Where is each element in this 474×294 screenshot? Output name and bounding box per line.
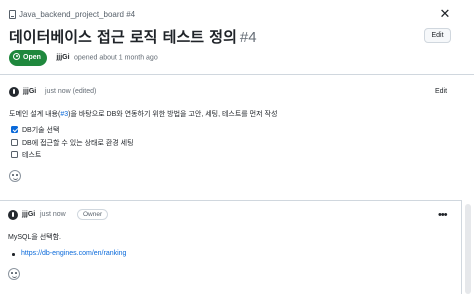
board-breadcrumb[interactable]: Java_backend_project_board #4 (19, 10, 135, 19)
avatar[interactable] (8, 210, 18, 220)
close-button[interactable]: ✕ (438, 7, 452, 21)
task-label: 테스트 (22, 152, 42, 159)
issue-title-row: 데이터베이스 접근 로직 테스트 정의 #4 (9, 26, 439, 46)
comment-card: jjjGi just now Owner ••• MySQL을 선택함. htt… (0, 200, 462, 294)
comment-author[interactable]: jjjGi (22, 211, 35, 218)
list-bullet (12, 253, 15, 256)
issue-title: 데이터베이스 접근 로직 테스트 정의 (9, 28, 237, 46)
task-label: DB기술 선택 (22, 127, 60, 134)
issue-author-link[interactable]: jjjGi (56, 54, 69, 61)
issue-number[interactable]: #4 (240, 29, 257, 46)
owner-badge: Owner (77, 209, 109, 220)
task-checkbox[interactable] (11, 126, 18, 133)
header-divider (0, 74, 474, 75)
add-reaction-button[interactable] (9, 170, 21, 182)
kebab-menu-icon[interactable]: ••• (438, 210, 448, 221)
task-checkbox[interactable] (11, 151, 18, 158)
comment-body: 도메인 설계 내용(#3)을 바탕으로 DB와 연동하기 위한 방법을 고안, … (9, 109, 277, 119)
comment-body-prefix: 도메인 설계 내용( (9, 111, 61, 118)
ranking-link[interactable]: https://db-engines.com/en/ranking (21, 250, 126, 257)
avatar[interactable] (9, 87, 19, 97)
add-reaction-button[interactable] (8, 268, 20, 280)
top-bar: Java_backend_project_board #4 ✕ (0, 0, 474, 28)
comment-edit-button[interactable]: Edit (435, 88, 447, 95)
close-icon: ✕ (439, 6, 451, 21)
issue-meta: Open jjjGi opened about 1 month ago (9, 49, 158, 66)
task-item: 테스트 (11, 150, 41, 160)
scrollbar[interactable] (465, 204, 471, 294)
issue-opened-text: opened about 1 month ago (74, 54, 158, 62)
comment-time[interactable]: just now (edited) (45, 88, 96, 95)
task-checkbox[interactable] (11, 139, 18, 146)
issue-reference-link[interactable]: #3 (60, 111, 68, 118)
comment-body-suffix: )을 바탕으로 DB와 연동하기 위한 방법을 고안, 세팅, 테스트를 먼저 … (68, 111, 278, 118)
task-item: DB기술 선택 (11, 125, 59, 135)
edit-title-button[interactable]: Edit (424, 28, 451, 43)
status-badge: Open (9, 49, 47, 66)
task-item: DB에 접근할 수 있는 상태로 환경 세팅 (11, 138, 134, 148)
status-label: Open (23, 53, 41, 61)
comment-time[interactable]: just now (40, 211, 66, 218)
issue-opened-icon (13, 52, 20, 60)
comment-author[interactable]: jjjGi (23, 88, 36, 95)
task-label: DB에 접근할 수 있는 상태로 환경 세팅 (22, 140, 134, 147)
project-board-icon (9, 10, 16, 19)
comment-body: MySQL을 선택함. (8, 234, 61, 241)
